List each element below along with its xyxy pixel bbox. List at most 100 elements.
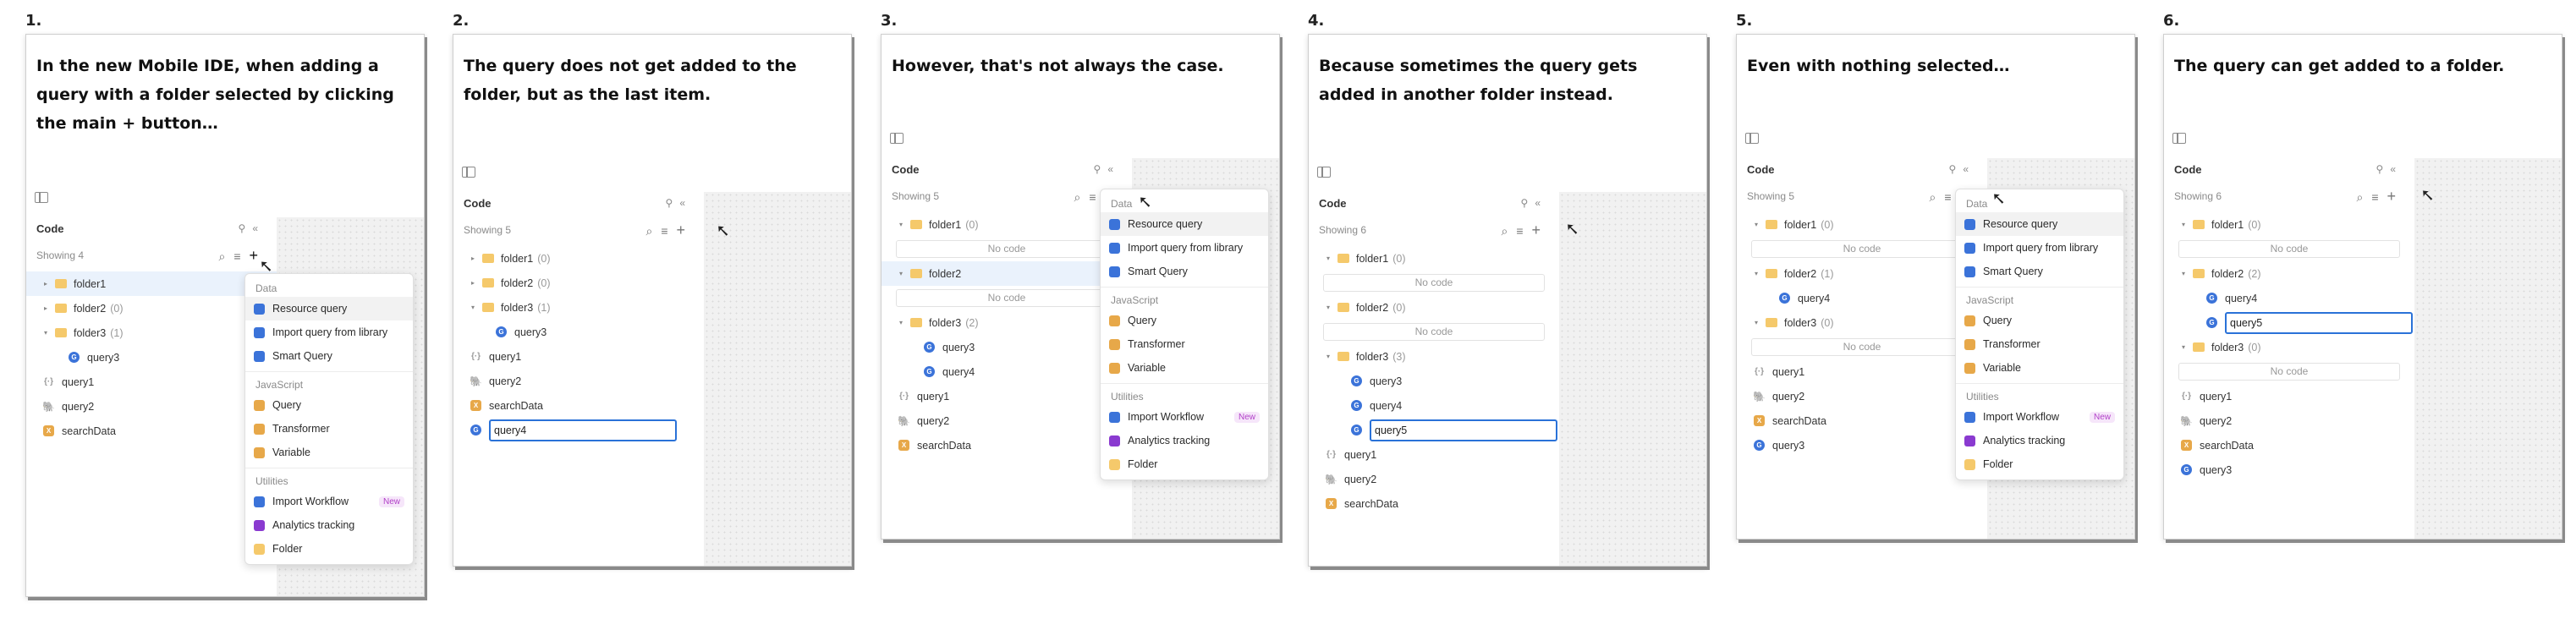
- search-icon[interactable]: ⌕: [1501, 224, 1516, 238]
- menu-item[interactable]: Import Workflow New: [1956, 405, 2123, 429]
- chevron-icon[interactable]: ▾: [1752, 319, 1760, 326]
- code-item-row[interactable]: Gquery4: [2164, 286, 2414, 310]
- code-item-row[interactable]: Gquery3: [453, 320, 704, 344]
- code-item-row[interactable]: XsearchData: [2164, 433, 2414, 457]
- sidebar-toggle-icon[interactable]: [1317, 167, 1331, 178]
- menu-item[interactable]: Smart Query: [1956, 260, 2123, 283]
- collapse-icon[interactable]: «: [1535, 197, 1547, 209]
- menu-item[interactable]: Variable: [1956, 356, 2123, 380]
- menu-item[interactable]: Query: [1101, 309, 1268, 332]
- rename-input[interactable]: query5: [1370, 419, 1557, 441]
- code-item-row[interactable]: {·} query1: [1309, 442, 1559, 467]
- chevron-icon[interactable]: ▾: [41, 329, 50, 337]
- code-item-row[interactable]: {·} query1: [2164, 384, 2414, 408]
- code-item-row[interactable]: 🐘 query2: [453, 369, 704, 393]
- folder-row[interactable]: ▾ folder3 (3): [1309, 344, 1559, 369]
- plus-icon[interactable]: +: [2387, 188, 2404, 205]
- code-item-row[interactable]: XsearchData: [882, 433, 1132, 457]
- filter-icon[interactable]: ≡: [1516, 224, 1531, 238]
- chevron-icon[interactable]: ▸: [469, 279, 477, 287]
- code-item-row[interactable]: Gquery5: [2164, 310, 2414, 335]
- menu-item[interactable]: Smart Query: [245, 344, 413, 368]
- menu-item[interactable]: Import query from library: [1101, 236, 1268, 260]
- code-item-row[interactable]: 🐘 query2: [26, 394, 277, 419]
- menu-item[interactable]: Import query from library: [245, 320, 413, 344]
- search-icon[interactable]: ⌕: [645, 224, 661, 238]
- menu-item[interactable]: Smart Query: [1101, 260, 1268, 283]
- sidebar-toggle-icon[interactable]: [462, 167, 475, 178]
- code-item-row[interactable]: 🐘 query2: [1737, 384, 1987, 408]
- pin-icon[interactable]: ⚲: [2376, 163, 2391, 175]
- menu-item[interactable]: Transformer: [1956, 332, 2123, 356]
- folder-row[interactable]: ▸ folder1 (0): [453, 246, 704, 271]
- code-item-row[interactable]: Gquery4: [453, 418, 704, 442]
- code-item-row[interactable]: 🐘 query2: [1309, 467, 1559, 491]
- collapse-icon[interactable]: «: [2390, 163, 2403, 175]
- folder-row[interactable]: ▾ folder3 (2): [882, 310, 1132, 335]
- code-item-row[interactable]: Gquery4: [1737, 286, 1987, 310]
- folder-row[interactable]: ▾ folder3 (1): [26, 320, 277, 345]
- code-item-row[interactable]: {·} query1: [26, 370, 277, 394]
- menu-item[interactable]: Query: [1956, 309, 2123, 332]
- folder-row[interactable]: ▾ folder1 (0): [1737, 212, 1987, 237]
- chevron-icon[interactable]: ▾: [897, 221, 905, 228]
- code-item-row[interactable]: 🐘 query2: [882, 408, 1132, 433]
- folder-row[interactable]: ▾ folder3 (0): [2164, 335, 2414, 359]
- filter-icon[interactable]: ≡: [233, 249, 249, 263]
- pin-icon[interactable]: ⚲: [1521, 197, 1535, 209]
- menu-item[interactable]: Variable: [245, 441, 413, 464]
- pin-icon[interactable]: ⚲: [239, 222, 253, 234]
- search-icon[interactable]: ⌕: [218, 249, 233, 263]
- pin-icon[interactable]: ⚲: [1949, 163, 1964, 175]
- menu-item[interactable]: Folder: [1101, 452, 1268, 476]
- chevron-icon[interactable]: ▾: [1324, 353, 1332, 360]
- folder-row[interactable]: ▾ folder3 (1): [453, 295, 704, 320]
- plus-icon[interactable]: +: [1531, 222, 1549, 238]
- folder-row[interactable]: ▾ folder1 (0): [2164, 212, 2414, 237]
- menu-item[interactable]: Variable: [1101, 356, 1268, 380]
- chevron-icon[interactable]: ▾: [469, 304, 477, 311]
- menu-item[interactable]: Analytics tracking: [1956, 429, 2123, 452]
- search-icon[interactable]: ⌕: [2356, 190, 2371, 204]
- folder-row[interactable]: ▾ folder3 (0): [1737, 310, 1987, 335]
- chevron-icon[interactable]: ▾: [1752, 221, 1760, 228]
- code-item-row[interactable]: Gquery3: [2164, 457, 2414, 482]
- code-item-row[interactable]: XsearchData: [26, 419, 277, 443]
- rename-input[interactable]: query5: [2225, 311, 2413, 334]
- folder-row[interactable]: ▾ folder2 (2): [2164, 261, 2414, 286]
- menu-item[interactable]: Resource query: [1956, 212, 2123, 236]
- collapse-icon[interactable]: «: [1107, 163, 1120, 175]
- collapse-icon[interactable]: «: [1963, 163, 1975, 175]
- menu-item[interactable]: Import query from library: [1956, 236, 2123, 260]
- chevron-icon[interactable]: ▸: [469, 255, 477, 262]
- menu-item[interactable]: Import Workflow New: [245, 490, 413, 513]
- code-item-row[interactable]: XsearchData: [1737, 408, 1987, 433]
- chevron-icon[interactable]: ▾: [2179, 270, 2188, 277]
- code-item-row[interactable]: 🐘 query2: [2164, 408, 2414, 433]
- chevron-icon[interactable]: ▾: [897, 270, 905, 277]
- sidebar-toggle-icon[interactable]: [890, 133, 904, 144]
- chevron-icon[interactable]: ▾: [897, 319, 905, 326]
- rename-input[interactable]: query4: [489, 419, 677, 441]
- plus-icon[interactable]: +: [676, 222, 694, 238]
- code-item-row[interactable]: Gquery5: [1309, 418, 1559, 442]
- folder-row[interactable]: ▾ folder2 (0): [1309, 295, 1559, 320]
- menu-item[interactable]: Resource query: [245, 297, 413, 320]
- chevron-icon[interactable]: ▾: [2179, 221, 2188, 228]
- code-item-row[interactable]: Gquery3: [26, 345, 277, 370]
- menu-item[interactable]: Transformer: [1101, 332, 1268, 356]
- menu-item[interactable]: Import Workflow New: [1101, 405, 1268, 429]
- sidebar-toggle-icon[interactable]: [2172, 133, 2186, 144]
- code-item-row[interactable]: Gquery3: [882, 335, 1132, 359]
- code-item-row[interactable]: Gquery4: [1309, 393, 1559, 418]
- code-item-row[interactable]: Gquery3: [1737, 433, 1987, 457]
- menu-item[interactable]: Resource query: [1101, 212, 1268, 236]
- folder-row[interactable]: ▸ folder2 (0): [26, 296, 277, 320]
- collapse-icon[interactable]: «: [252, 222, 265, 234]
- menu-item[interactable]: Analytics tracking: [245, 513, 413, 537]
- code-item-row[interactable]: XsearchData: [453, 393, 704, 418]
- pin-icon[interactable]: ⚲: [1094, 163, 1108, 175]
- chevron-icon[interactable]: ▾: [1324, 255, 1332, 262]
- menu-item[interactable]: Analytics tracking: [1101, 429, 1268, 452]
- chevron-icon[interactable]: ▾: [2179, 343, 2188, 351]
